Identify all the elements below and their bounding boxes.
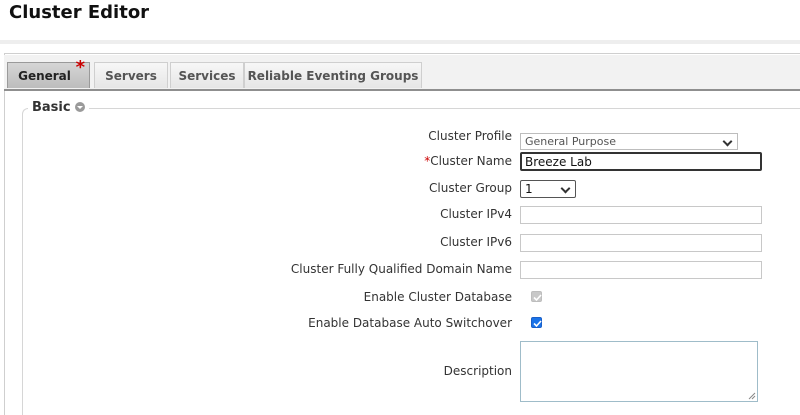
description-label: Description: [443, 364, 512, 378]
enable-cluster-db-label: Enable Cluster Database: [363, 290, 512, 304]
chevron-down-icon: [560, 183, 571, 194]
cluster-group-label: Cluster Group: [429, 181, 512, 195]
cluster-profile-select[interactable]: General Purpose: [520, 133, 738, 150]
title-divider: [0, 40, 800, 44]
cluster-fqdn-input[interactable]: [520, 261, 762, 279]
modified-star-icon: *: [75, 57, 85, 78]
cluster-name-label: *Cluster Name: [424, 154, 512, 168]
cluster-ipv4-label: Cluster IPv4: [440, 207, 512, 221]
cluster-ipv6-label: Cluster IPv6: [440, 235, 512, 249]
enable-cluster-db-checkbox[interactable]: [531, 291, 542, 302]
cluster-name-label-text: Cluster Name: [430, 154, 512, 168]
cluster-group-value: 1: [525, 182, 533, 196]
description-textarea[interactable]: [520, 341, 758, 402]
tab-reliable-eventing-groups[interactable]: Reliable Eventing Groups: [244, 62, 422, 88]
tab-servers[interactable]: Servers: [94, 62, 168, 88]
tab-services[interactable]: Services: [170, 62, 244, 88]
collapse-icon[interactable]: [74, 102, 85, 112]
checkmark-icon: [533, 320, 542, 328]
cluster-ipv6-input[interactable]: [520, 234, 762, 252]
section-legend-label: Basic: [32, 100, 71, 115]
cluster-fqdn-label: Cluster Fully Qualified Domain Name: [290, 262, 512, 276]
cluster-ipv4-input[interactable]: [520, 206, 762, 224]
checkmark-icon: [533, 294, 542, 302]
page-title: Cluster Editor: [9, 2, 150, 23]
resize-grip-icon[interactable]: [748, 392, 756, 400]
cluster-group-select[interactable]: 1: [520, 180, 576, 198]
section-legend[interactable]: Basic: [28, 100, 89, 115]
cluster-profile-value: General Purpose: [525, 135, 616, 148]
tab-general-label: General: [18, 69, 71, 83]
cluster-profile-label: Cluster Profile: [428, 129, 512, 143]
cluster-name-input[interactable]: [520, 152, 762, 171]
chevron-down-icon: [722, 136, 733, 147]
tab-general[interactable]: General *: [7, 57, 90, 88]
auto-switchover-checkbox[interactable]: [531, 317, 542, 328]
tab-strip: General * Servers Services Reliable Even…: [4, 55, 800, 91]
auto-switchover-label: Enable Database Auto Switchover: [308, 316, 512, 330]
